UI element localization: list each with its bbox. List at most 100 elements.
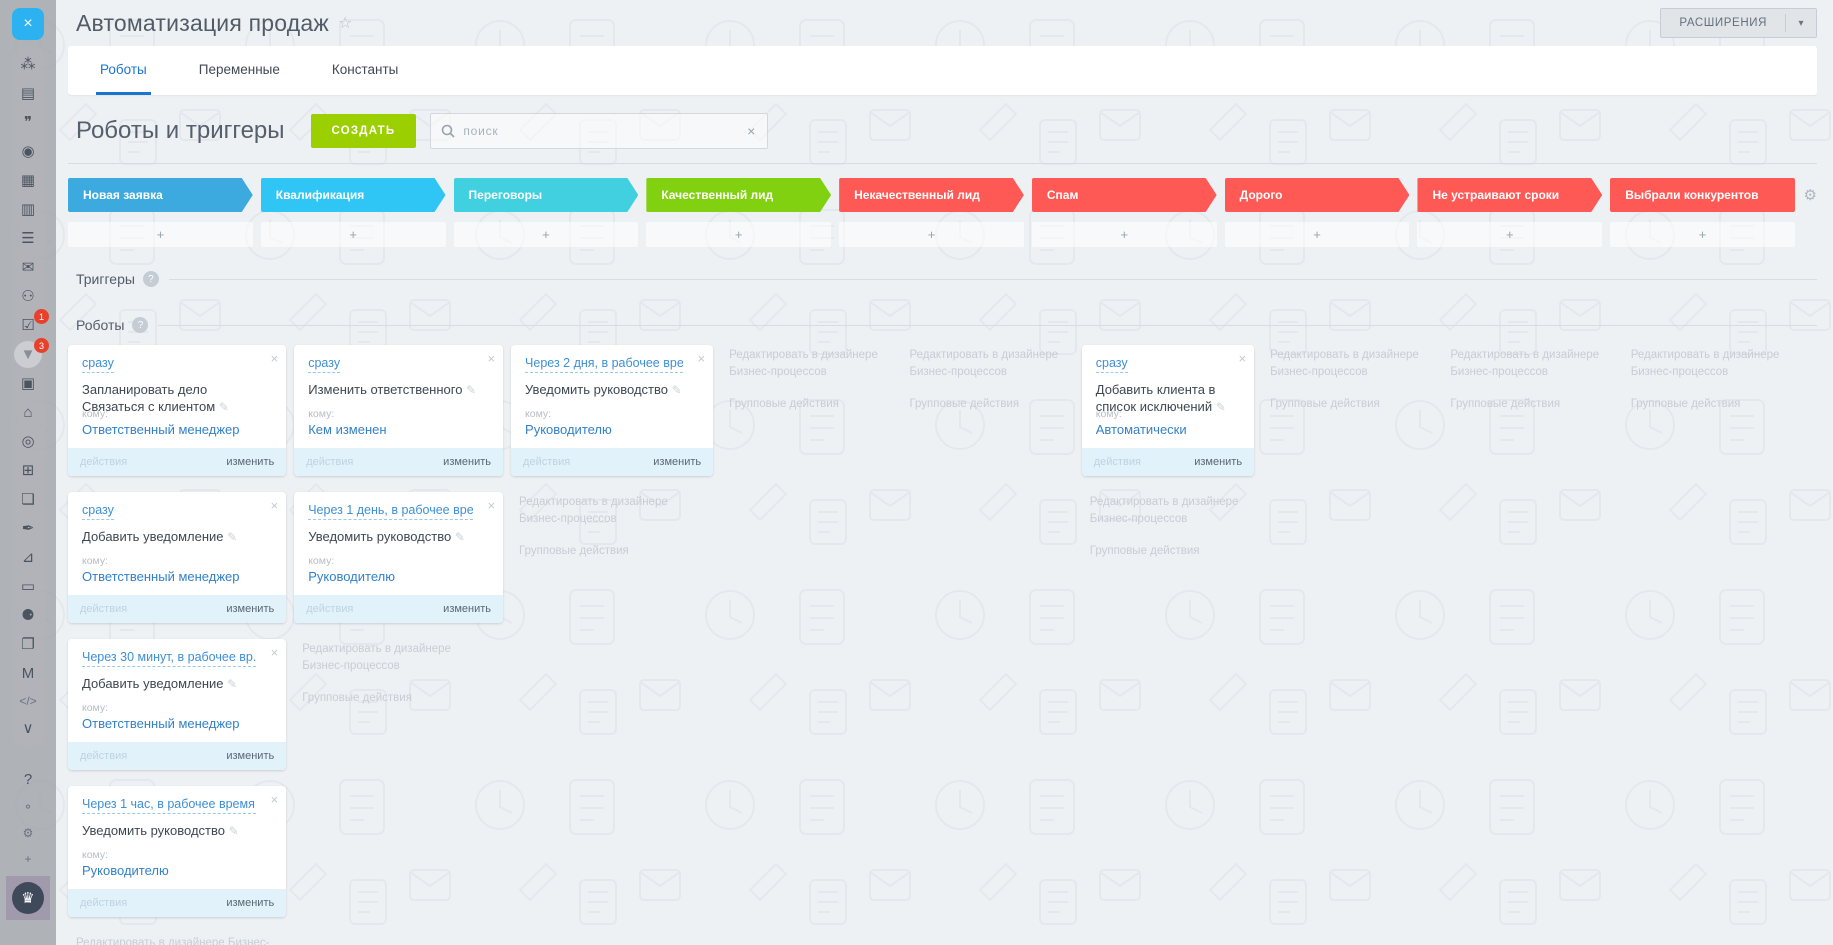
- edit-pencil-icon[interactable]: ✎: [455, 530, 465, 544]
- tab-robots[interactable]: Роботы: [96, 46, 151, 95]
- stage-bad-timing[interactable]: Не устраивают сроки: [1417, 178, 1602, 212]
- recipient-link[interactable]: Ответственный менеджер: [82, 569, 276, 584]
- robot-card[interactable]: × сразу Запланировать дело Связаться с к…: [68, 345, 287, 476]
- actions-link[interactable]: действия: [1094, 456, 1141, 468]
- close-icon[interactable]: ×: [271, 352, 279, 365]
- robot-card[interactable]: × Через 30 минут, в рабочее вр... Добави…: [68, 639, 287, 770]
- stage-new-lead[interactable]: Новая заявка: [68, 178, 253, 212]
- sidebar-item-mail[interactable]: ✉: [11, 253, 45, 282]
- search-input[interactable]: [463, 124, 746, 138]
- sidebar-close-button[interactable]: ×: [12, 8, 44, 40]
- sidebar-item-robots[interactable]: ⚈: [11, 601, 45, 630]
- robot-when-link[interactable]: Через 1 день, в рабочее время: [308, 502, 474, 520]
- sidebar-item-network[interactable]: ⁂: [11, 50, 45, 79]
- sidebar-item-crm[interactable]: ▼ 3: [11, 338, 49, 369]
- group-actions-link[interactable]: Групповые действия: [1450, 396, 1604, 413]
- group-actions-link[interactable]: Групповые действия: [1631, 396, 1785, 413]
- recipient-link[interactable]: Руководителю: [82, 863, 276, 878]
- sidebar-item-workgroups[interactable]: ⚇: [11, 282, 45, 311]
- favorite-star-icon[interactable]: ☆: [338, 13, 352, 33]
- edit-pencil-icon[interactable]: ✎: [227, 677, 237, 691]
- sidebar-item-company[interactable]: ⌂: [11, 398, 45, 427]
- recipient-link[interactable]: Ответственный менеджер: [82, 422, 276, 437]
- stage-chose-competitors[interactable]: Выбрали конкурентов: [1610, 178, 1795, 212]
- close-icon[interactable]: ×: [271, 646, 279, 659]
- robot-when-link[interactable]: сразу: [308, 355, 341, 373]
- tab-constants[interactable]: Константы: [328, 46, 402, 95]
- close-icon[interactable]: ×: [698, 352, 706, 365]
- sidebar-item-developer[interactable]: </>: [11, 688, 45, 714]
- edit-link[interactable]: изменить: [226, 603, 274, 615]
- actions-link[interactable]: действия: [306, 456, 353, 468]
- close-icon[interactable]: ×: [487, 499, 495, 512]
- robot-card[interactable]: × сразу Добавить уведомление ✎ кому: Отв…: [68, 492, 287, 623]
- sidebar-item-tasks[interactable]: ☑ 1: [11, 309, 49, 340]
- bp-designer-link[interactable]: Редактировать в дизайнере Бизнес-процесс…: [76, 935, 276, 945]
- add-robot-button[interactable]: +: [1031, 222, 1217, 247]
- recipient-link[interactable]: Руководителю: [308, 569, 493, 584]
- edit-pencil-icon[interactable]: ✎: [229, 824, 239, 838]
- group-actions-link[interactable]: Групповые действия: [1270, 396, 1424, 413]
- sidebar-item-documents[interactable]: ▥: [11, 195, 45, 224]
- edit-pencil-icon[interactable]: ✎: [227, 530, 237, 544]
- sidebar-item-apps[interactable]: ❐: [11, 630, 45, 659]
- robot-when-link[interactable]: Через 2 дня, в рабочее время: [525, 355, 684, 373]
- edit-pencil-icon[interactable]: ✎: [1216, 400, 1226, 414]
- edit-link[interactable]: изменить: [226, 456, 274, 468]
- stage-junk-lead[interactable]: Некачественный лид: [839, 178, 1024, 212]
- bp-designer-link[interactable]: Редактировать в дизайнере Бизнес-процесс…: [1631, 347, 1785, 380]
- extensions-button[interactable]: РАСШИРЕНИЯ ▾: [1660, 8, 1817, 38]
- add-robot-button[interactable]: +: [1610, 222, 1795, 247]
- sidebar-item-structure[interactable]: ⚬: [11, 794, 45, 820]
- search-box[interactable]: ×: [430, 113, 769, 149]
- sidebar-item-market[interactable]: M: [11, 659, 45, 688]
- sidebar-item-more[interactable]: ∨: [11, 714, 45, 743]
- bp-designer-link[interactable]: Редактировать в дизайнере Бизнес-процесс…: [519, 494, 703, 527]
- close-icon[interactable]: ×: [271, 793, 279, 806]
- bp-designer-link[interactable]: Редактировать в дизайнере Бизнес-процесс…: [909, 347, 1063, 380]
- stage-quality-lead[interactable]: Качественный лид: [646, 178, 831, 212]
- add-robot-button[interactable]: +: [646, 222, 832, 247]
- sidebar-item-drive[interactable]: ☰: [11, 224, 45, 253]
- sidebar-item-messenger[interactable]: ❞: [11, 108, 45, 137]
- edit-link[interactable]: изменить: [226, 750, 274, 762]
- recipient-link[interactable]: Автоматически: [1096, 422, 1244, 437]
- sidebar-item-documents-edit[interactable]: ❏: [11, 485, 45, 514]
- help-icon[interactable]: ?: [132, 317, 149, 333]
- edit-link[interactable]: изменить: [653, 456, 701, 468]
- sidebar-item-shop[interactable]: ⊞: [11, 456, 45, 485]
- robot-card[interactable]: × Через 1 час, в рабочее время, ... Увед…: [68, 786, 287, 917]
- edit-pencil-icon[interactable]: ✎: [219, 400, 229, 414]
- stage-expensive[interactable]: Дорого: [1225, 178, 1410, 212]
- robot-when-link[interactable]: сразу: [1095, 355, 1128, 373]
- stage-spam[interactable]: Спам: [1032, 178, 1217, 212]
- edit-link[interactable]: изменить: [443, 603, 491, 615]
- search-clear-icon[interactable]: ×: [745, 123, 757, 139]
- group-actions-link[interactable]: Групповые действия: [729, 396, 883, 413]
- sidebar-item-marketing[interactable]: ◎: [11, 427, 45, 456]
- robot-when-link[interactable]: Через 1 час, в рабочее время, ...: [82, 796, 257, 814]
- sidebar-item-planner[interactable]: ▣: [11, 369, 45, 398]
- actions-link[interactable]: действия: [306, 603, 353, 615]
- add-robot-button[interactable]: +: [260, 222, 446, 247]
- sidebar-item-contact-center[interactable]: ▭: [11, 572, 45, 601]
- group-actions-link[interactable]: Групповые действия: [1090, 543, 1244, 560]
- edit-link[interactable]: изменить: [1194, 456, 1242, 468]
- bp-designer-link[interactable]: Редактировать в дизайнере Бизнес-процесс…: [1090, 494, 1244, 527]
- sidebar-item-sign[interactable]: ✒: [11, 514, 45, 543]
- actions-link[interactable]: действия: [80, 603, 127, 615]
- group-actions-link[interactable]: Групповые действия: [302, 690, 493, 707]
- sidebar-item-analytics[interactable]: ⊿: [11, 543, 45, 572]
- robot-card[interactable]: × сразу Добавить клиента в список исключ…: [1081, 345, 1255, 476]
- add-robot-button[interactable]: +: [839, 222, 1024, 247]
- robot-card[interactable]: × Через 1 день, в рабочее время Уведомит…: [294, 492, 504, 623]
- recipient-link[interactable]: Ответственный менеджер: [82, 716, 276, 731]
- recipient-link[interactable]: Кем изменен: [308, 422, 493, 437]
- edit-link[interactable]: изменить: [226, 897, 274, 909]
- actions-link[interactable]: действия: [523, 456, 570, 468]
- add-robot-button[interactable]: +: [453, 222, 639, 247]
- sidebar-item-help[interactable]: ?: [11, 765, 45, 794]
- actions-link[interactable]: действия: [80, 456, 127, 468]
- sidebar-item-live-feed[interactable]: ▤: [11, 79, 45, 108]
- close-icon[interactable]: ×: [487, 352, 495, 365]
